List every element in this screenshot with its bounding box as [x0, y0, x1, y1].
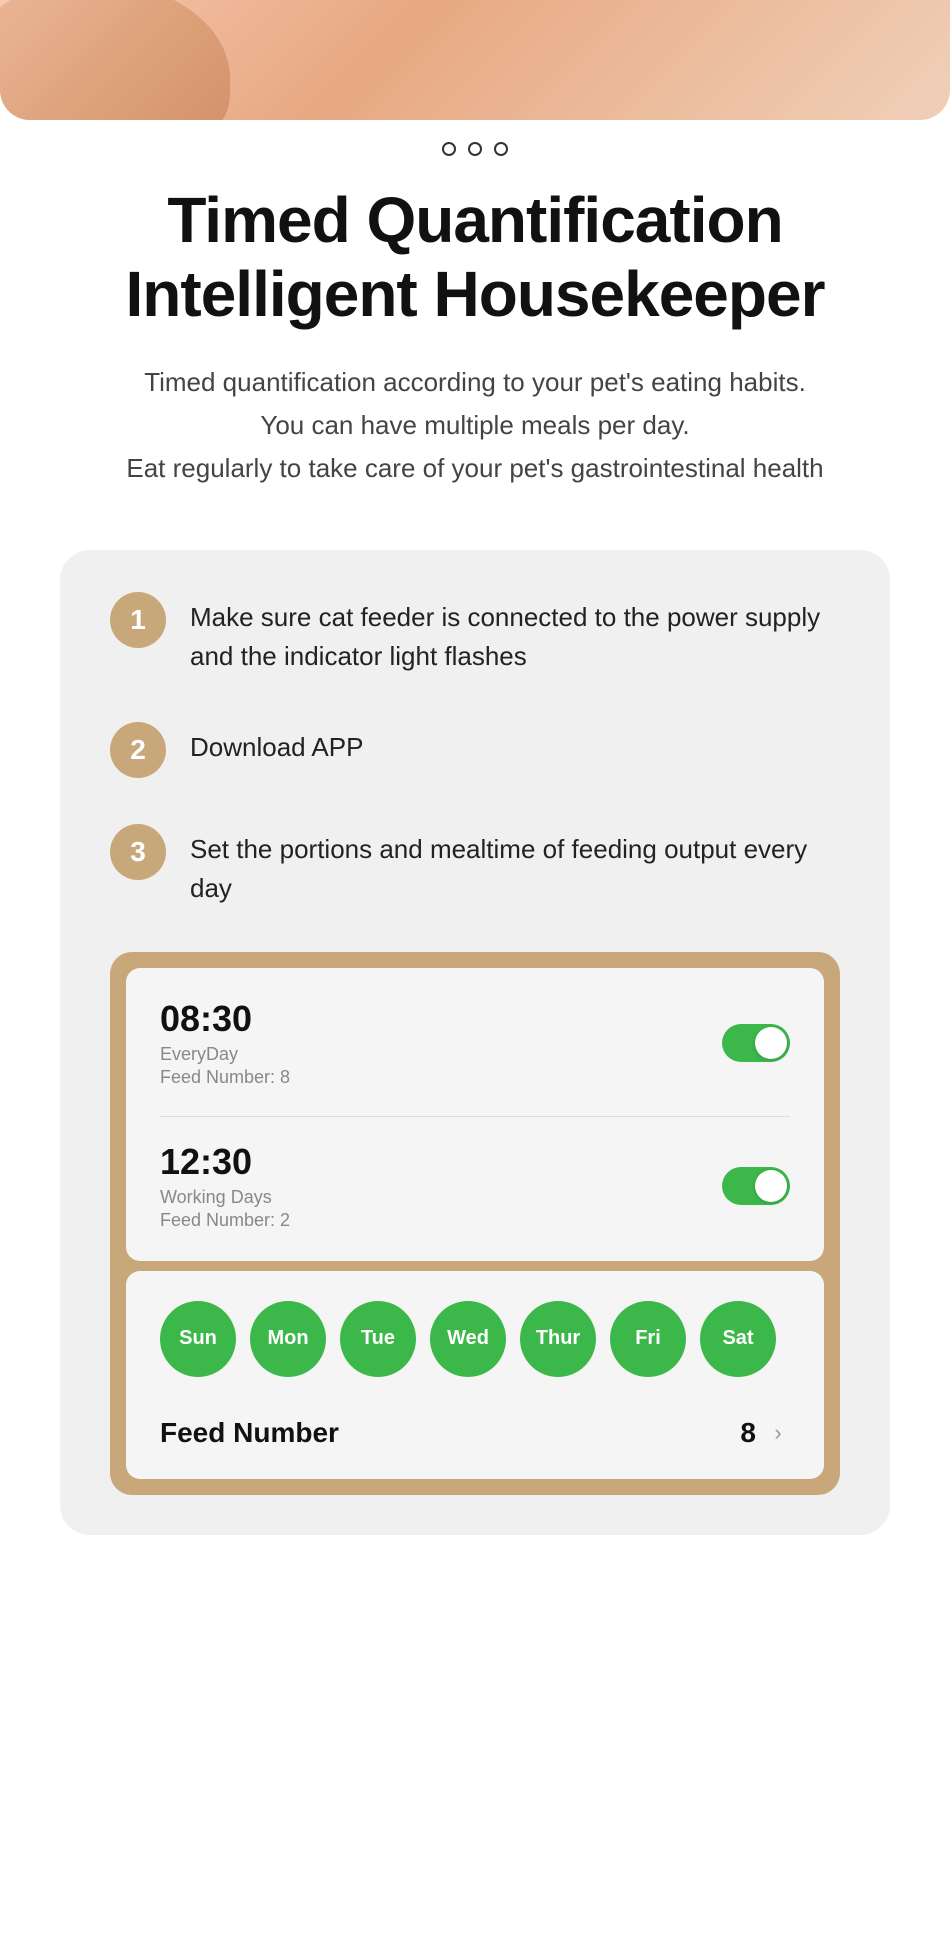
day-sun[interactable]: Sun — [160, 1301, 236, 1377]
feed-number-value: 8 — [740, 1417, 756, 1449]
step-2-text: Download APP — [190, 720, 363, 767]
step-3: 3 Set the portions and mealtime of feedi… — [110, 822, 840, 908]
day-mon[interactable]: Mon — [250, 1301, 326, 1377]
schedule-entry-2: 12:30 Working Days Feed Number: 2 — [160, 1141, 790, 1231]
dots-indicator — [0, 120, 950, 174]
dot-3 — [494, 142, 508, 156]
day-thur[interactable]: Thur — [520, 1301, 596, 1377]
schedule-entry-1-time: 08:30 — [160, 998, 722, 1040]
schedule-outer-card: 08:30 EveryDay Feed Number: 8 12:30 Work… — [110, 952, 840, 1495]
schedule-entry-1-toggle[interactable] — [722, 1024, 790, 1062]
hero-subtitle: Timed quantification according to your p… — [60, 361, 890, 490]
days-row: Sun Mon Tue Wed Thur Fri Sat — [160, 1301, 790, 1377]
schedule-entry-2-info: 12:30 Working Days Feed Number: 2 — [160, 1141, 722, 1231]
chevron-right-icon: › — [766, 1421, 790, 1445]
schedule-divider — [160, 1116, 790, 1117]
schedule-entry-1: 08:30 EveryDay Feed Number: 8 — [160, 998, 790, 1088]
day-wed[interactable]: Wed — [430, 1301, 506, 1377]
feed-number-row[interactable]: Feed Number 8 › — [160, 1407, 790, 1449]
toggle-2-knob — [755, 1170, 787, 1202]
day-fri[interactable]: Fri — [610, 1301, 686, 1377]
step-2: 2 Download APP — [110, 720, 840, 778]
dot-1 — [442, 142, 456, 156]
schedule-entry-2-feed: Feed Number: 2 — [160, 1210, 722, 1231]
days-feed-card: Sun Mon Tue Wed Thur Fri Sat — [126, 1271, 824, 1479]
toggle-1-knob — [755, 1027, 787, 1059]
dot-2 — [468, 142, 482, 156]
hero-title: Timed Quantification Intelligent Houseke… — [60, 184, 890, 331]
step-3-text: Set the portions and mealtime of feeding… — [190, 822, 840, 908]
schedule-entry-2-repeat: Working Days — [160, 1187, 722, 1208]
step-2-circle: 2 — [110, 722, 166, 778]
step-3-circle: 3 — [110, 824, 166, 880]
main-card: 1 Make sure cat feeder is connected to t… — [60, 550, 890, 1535]
schedule-entry-2-toggle[interactable] — [722, 1167, 790, 1205]
day-tue[interactable]: Tue — [340, 1301, 416, 1377]
schedule-entry-1-info: 08:30 EveryDay Feed Number: 8 — [160, 998, 722, 1088]
feed-number-value-row: 8 › — [740, 1417, 790, 1449]
schedule-entries-card: 08:30 EveryDay Feed Number: 8 12:30 Work… — [126, 968, 824, 1261]
day-sat[interactable]: Sat — [700, 1301, 776, 1377]
schedule-entry-2-time: 12:30 — [160, 1141, 722, 1183]
top-hero-image — [0, 0, 950, 120]
schedule-entry-1-feed: Feed Number: 8 — [160, 1067, 722, 1088]
feed-number-label: Feed Number — [160, 1417, 339, 1449]
step-1: 1 Make sure cat feeder is connected to t… — [110, 590, 840, 676]
step-1-circle: 1 — [110, 592, 166, 648]
hero-section: Timed Quantification Intelligent Houseke… — [0, 174, 950, 520]
step-1-text: Make sure cat feeder is connected to the… — [190, 590, 840, 676]
schedule-entry-1-repeat: EveryDay — [160, 1044, 722, 1065]
